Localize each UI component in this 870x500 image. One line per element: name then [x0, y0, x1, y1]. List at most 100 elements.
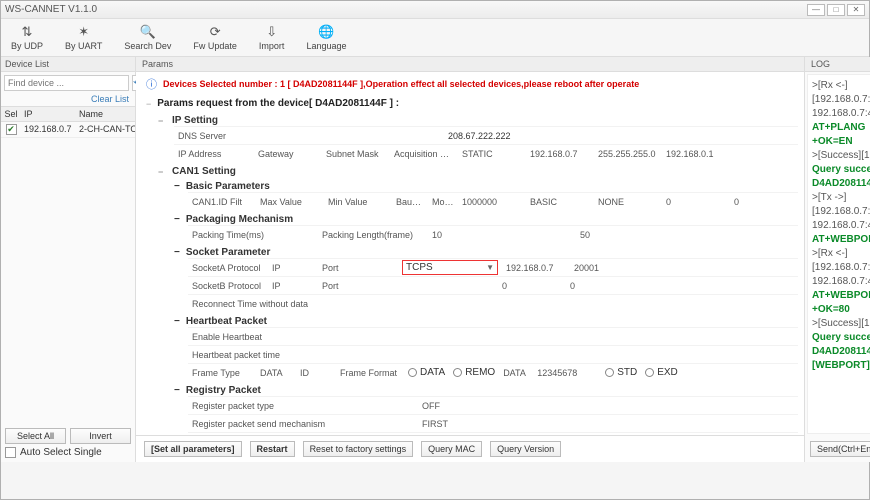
label: Packing Time(ms) [188, 230, 268, 240]
device-ip: 192.168.0.7 [21, 122, 76, 137]
query-version-button[interactable]: Query Version [490, 441, 561, 457]
checkbox-icon[interactable] [5, 447, 16, 458]
collapse-icon[interactable]: − [174, 214, 180, 225]
toolbar-label: Search Dev [124, 41, 171, 51]
params-header: Params [136, 57, 804, 72]
log-line: >[Tx ->][192.168.0.7:48899 -> 192.168.0.… [812, 191, 870, 233]
toolbar-label: By UDP [11, 41, 43, 51]
value: OFF [418, 401, 486, 411]
toolbar-by-uart[interactable]: ✶By UART [61, 22, 106, 53]
log-line: >[Success][16:15:07:049] [812, 149, 870, 163]
subsection-title: Registry Packet [186, 385, 261, 396]
close-button[interactable]: ✕ [847, 4, 865, 16]
reset-button[interactable]: Reset to factory settings [303, 441, 414, 457]
label: Acquisition Mode [390, 149, 458, 159]
label: IP [268, 263, 318, 273]
log-header: LOG [805, 57, 870, 72]
section-title: CAN1 Setting [172, 166, 236, 177]
radio-exd[interactable]: EXD [641, 367, 682, 378]
toolbar-icon: ✶ [76, 24, 92, 40]
subsection-title: Basic Parameters [186, 181, 270, 192]
collapse-icon[interactable]: − [174, 316, 180, 327]
radio-std[interactable]: STD [601, 367, 641, 378]
collapse-icon[interactable]: − [146, 99, 151, 109]
label: Heartbeat packet time [188, 350, 298, 360]
collapse-icon[interactable]: − [158, 116, 166, 126]
toolbar-import[interactable]: ⇩Import [255, 22, 289, 53]
invert-button[interactable]: Invert [70, 428, 131, 444]
label: Mode [428, 197, 458, 207]
value: FIRST [418, 419, 486, 429]
label: Packing Length(frame) [318, 230, 428, 240]
label: Baud R [392, 197, 428, 207]
toolbar-icon: ⟳ [207, 24, 223, 40]
label: Max Value [256, 197, 324, 207]
select-all-button[interactable]: Select All [5, 428, 66, 444]
label: SocketA Protocol [188, 263, 268, 273]
clear-list-link[interactable]: Clear List [1, 94, 135, 106]
collapse-icon[interactable]: − [174, 385, 180, 396]
label: Register packet type [188, 401, 298, 411]
label: Min Value [324, 197, 392, 207]
label: Port [318, 281, 398, 291]
toolbar-label: Fw Update [193, 41, 237, 51]
request-title: Params request from the device[ D4AD2081… [157, 98, 399, 109]
value: 1000000 [458, 197, 526, 207]
toolbar-icon: 🔍 [140, 24, 156, 40]
minimize-button[interactable]: — [807, 4, 825, 16]
subsection-title: Packaging Mechanism [186, 214, 293, 225]
value: BASIC [526, 197, 594, 207]
send-button[interactable]: Send(Ctrl+Enter) [810, 441, 870, 457]
value: 10 [428, 230, 496, 240]
value: 208.67.222.222 [444, 131, 524, 141]
log-line: Query success-D4AD2081144F-[WEBPORT] [812, 331, 870, 373]
query-mac-button[interactable]: Query MAC [421, 441, 482, 457]
set-all-button[interactable]: [Set all parameters] [144, 441, 242, 457]
collapse-icon[interactable]: − [158, 167, 166, 177]
value: NONE [594, 197, 662, 207]
log-output: >[Rx <-][192.168.0.7:48899 <- 192.168.0.… [807, 74, 870, 434]
label: IP Address [174, 149, 254, 159]
toolbar-search-dev[interactable]: 🔍Search Dev [120, 22, 175, 53]
log-line: Query success-D4AD2081144F-[PLANG] [812, 163, 870, 191]
subsection-title: Heartbeat Packet [186, 316, 267, 327]
find-device-input[interactable] [4, 75, 129, 91]
col-ip: IP [21, 107, 76, 121]
value: 192.168.0.7 [502, 263, 570, 273]
value: 192.168.0.7 [526, 149, 594, 159]
device-list-header: Device List [1, 57, 135, 72]
value: STATIC [458, 149, 526, 159]
log-line: >[Rx <-][192.168.0.7:48899 <- 192.168.0.… [812, 247, 870, 289]
log-line: >[Rx <-][192.168.0.7:48899 <- 192.168.0.… [812, 79, 870, 121]
radio-remo[interactable]: REMO [449, 367, 499, 378]
section-title: IP Setting [172, 115, 218, 126]
checkbox-icon[interactable]: ✔ [6, 124, 17, 135]
subsection-title: Socket Parameter [186, 247, 271, 258]
device-row[interactable]: ✔ 192.168.0.7 2-CH-CAN-TO-ET [1, 122, 135, 138]
value: 192.168.0.1 [662, 149, 730, 159]
label: Register packet send mechanism [188, 419, 338, 429]
radio-data[interactable]: DATA [404, 367, 449, 378]
label: Frame Format [336, 368, 404, 378]
protocol-dropdown[interactable]: TCPS▼ [402, 260, 498, 275]
value: 0 [566, 281, 634, 291]
device-name: 2-CH-CAN-TO-ET [76, 122, 135, 137]
log-line: >[Success][16:15:07:069] [812, 317, 870, 331]
maximize-button[interactable]: □ [827, 4, 845, 16]
collapse-icon[interactable]: − [174, 247, 180, 258]
label: DNS Server [174, 131, 254, 141]
toolbar-language[interactable]: 🌐Language [302, 22, 350, 53]
toolbar-fw-update[interactable]: ⟳Fw Update [189, 22, 241, 53]
value: 0 [498, 281, 566, 291]
toolbar-label: Import [259, 41, 285, 51]
col-sel: Sel [1, 107, 21, 121]
col-name: Name [76, 107, 135, 121]
value: 255.255.255.0 [594, 149, 662, 159]
log-line: +OK=80 [812, 303, 870, 317]
toolbar-by-udp[interactable]: ⇅By UDP [7, 22, 47, 53]
restart-button[interactable]: Restart [250, 441, 295, 457]
collapse-icon[interactable]: − [174, 181, 180, 192]
label: DATA [256, 368, 296, 378]
log-line: AT+WEBPORT [812, 289, 870, 303]
label: Subnet Mask [322, 149, 390, 159]
